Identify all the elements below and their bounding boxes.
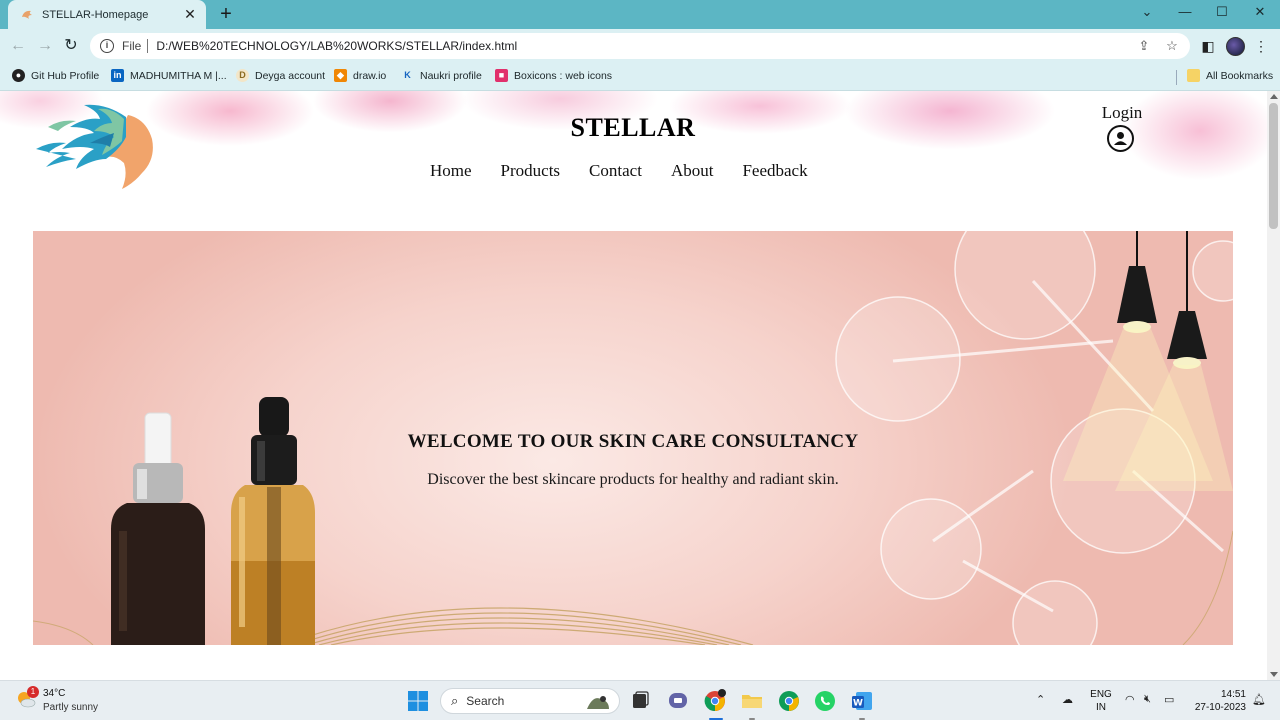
address-bar[interactable]: i File D:/WEB%20TECHNOLOGY/LAB%20WORKS/S… xyxy=(90,33,1190,59)
nav-link-contact[interactable]: Contact xyxy=(589,161,642,181)
file-explorer-icon[interactable] xyxy=(740,689,764,713)
share-icon[interactable]: ⇪ xyxy=(1136,38,1152,54)
search-placeholder: Search xyxy=(466,694,505,708)
page-favicon-icon xyxy=(22,10,32,19)
clock-date: 27-10-2023 xyxy=(1194,702,1246,713)
site-info-icon[interactable]: i xyxy=(100,39,114,53)
weather-temperature: 34°C xyxy=(43,688,66,699)
bookmark-naukri[interactable]: K Naukri profile xyxy=(401,69,482,82)
deyga-icon: D xyxy=(236,69,249,82)
bookmark-linkedin[interactable]: in MADHUMITHA M |... xyxy=(111,69,227,82)
omnibox-divider xyxy=(147,39,149,53)
folder-icon xyxy=(1187,69,1200,82)
naukri-icon: K xyxy=(404,70,411,80)
site-brand-title: STELLAR xyxy=(570,113,696,142)
notification-bell-icon[interactable]: 🔔︎ xyxy=(1252,693,1266,706)
browser-tabstrip: STELLAR-Homepage ✕ + ⌄ — ☐ ✕ xyxy=(0,0,1280,29)
all-bookmarks-button[interactable]: All Bookmarks xyxy=(1187,69,1273,82)
bookmark-boxicons[interactable]: ■ Boxicons : web icons xyxy=(495,69,612,82)
bookmarks-bar: ● Git Hub Profile in MADHUMITHA M |... D… xyxy=(0,63,1280,91)
menu-kebab-icon[interactable]: ⋮ xyxy=(1251,36,1271,56)
onedrive-cloud-icon[interactable]: ☁ xyxy=(1062,693,1073,706)
battery-icon[interactable]: ▭ xyxy=(1164,693,1174,706)
login-link[interactable]: Login xyxy=(1094,103,1150,123)
nav-link-feedback[interactable]: Feedback xyxy=(742,161,807,181)
minimize-icon[interactable]: — xyxy=(1175,4,1195,19)
hero-subtitle: Discover the best skincare products for … xyxy=(427,471,839,488)
tab-close-icon[interactable]: ✕ xyxy=(182,6,198,23)
bookmark-label: MADHUMITHA M |... xyxy=(130,69,227,82)
clock-time: 14:51 xyxy=(1220,689,1246,700)
file-scheme-label: File xyxy=(122,39,142,53)
bookmark-label: draw.io xyxy=(353,69,387,82)
stellar-logo-icon[interactable] xyxy=(36,97,158,193)
windows-start-icon[interactable] xyxy=(406,689,430,713)
site-nav: Home Products Contact About Feedback xyxy=(430,161,837,181)
tab-title: STELLAR-Homepage xyxy=(42,8,149,21)
scroll-up-arrow-icon[interactable] xyxy=(1270,94,1278,99)
bookmark-label: Deyga account xyxy=(255,69,326,82)
linkedin-icon: in xyxy=(111,69,124,82)
teams-chat-icon[interactable] xyxy=(666,689,690,713)
bookmark-deyga[interactable]: D Deyga account xyxy=(236,69,325,82)
bookmark-label: Boxicons : web icons xyxy=(514,69,613,82)
volume-muted-icon[interactable]: 🔇︎ xyxy=(1144,693,1151,706)
tab-search-chevron-icon[interactable]: ⌄ xyxy=(1137,4,1157,20)
whatsapp-icon[interactable] xyxy=(813,689,837,713)
search-icon: ⌕ xyxy=(451,693,459,708)
bookmark-label: Git Hub Profile xyxy=(31,69,100,82)
boxicons-icon: ■ xyxy=(495,69,508,82)
all-bookmarks-label: All Bookmarks xyxy=(1206,69,1274,82)
nav-link-about[interactable]: About xyxy=(671,161,714,181)
drawio-icon: ◆ xyxy=(334,69,347,82)
browser-tab-active[interactable]: STELLAR-Homepage ✕ xyxy=(8,0,206,29)
bookmark-drawio[interactable]: ◆ draw.io xyxy=(334,69,386,82)
new-tab-button[interactable]: + xyxy=(216,4,236,24)
bookmarks-divider xyxy=(1176,70,1177,85)
side-panel-icon[interactable]: ◧ xyxy=(1198,36,1218,56)
scroll-down-arrow-icon[interactable] xyxy=(1270,672,1278,677)
taskbar-search[interactable]: ⌕ Search xyxy=(440,688,620,714)
bookmark-label: Naukri profile xyxy=(420,69,482,82)
reload-icon[interactable]: ↻ xyxy=(62,37,80,55)
system-clock[interactable]: 14:51 27-10-2023 xyxy=(1190,688,1246,714)
svg-text:W: W xyxy=(853,699,863,709)
maximize-icon[interactable]: ☐ xyxy=(1212,4,1232,20)
forward-arrow-icon[interactable]: → xyxy=(36,37,54,55)
tray-overflow-chevron-icon[interactable]: ⌃ xyxy=(1036,693,1045,706)
weather-notification-badge: 1 xyxy=(27,686,39,698)
user-circle-icon[interactable] xyxy=(1107,125,1134,152)
scroll-thumb[interactable] xyxy=(1269,103,1278,229)
nav-link-products[interactable]: Products xyxy=(501,161,561,181)
language-indicator[interactable]: ENG IN xyxy=(1090,688,1112,714)
browser-toolbar: ← → ↻ i File D:/WEB%20TECHNOLOGY/LAB%20W… xyxy=(0,29,1280,63)
region-code: IN xyxy=(1096,702,1106,713)
chrome-icon[interactable] xyxy=(703,689,727,713)
windows-taskbar: 1 34°C Partly sunny ⌕ Search W ⌃ ☁ ENG I… xyxy=(0,680,1280,720)
hero-banner: WELCOME TO OUR SKIN CARE CONSULTANCY Dis… xyxy=(33,231,1233,645)
nav-link-home[interactable]: Home xyxy=(430,161,472,181)
weather-condition: Partly sunny xyxy=(43,702,99,713)
github-icon: ● xyxy=(12,69,25,82)
page-scrollbar[interactable] xyxy=(1267,91,1280,680)
page-viewport: STELLAR Home Products Contact About Feed… xyxy=(0,91,1267,680)
language-code: ENG xyxy=(1090,689,1112,700)
bookmark-github[interactable]: ● Git Hub Profile xyxy=(12,69,99,82)
site-header: STELLAR Home Products Contact About Feed… xyxy=(0,91,1267,199)
search-highlight-icon xyxy=(587,696,609,709)
close-window-icon[interactable]: ✕ xyxy=(1250,4,1270,20)
chrome-profile-icon[interactable] xyxy=(777,689,801,713)
bookmark-star-icon[interactable]: ☆ xyxy=(1164,38,1180,54)
hero-title: WELCOME TO OUR SKIN CARE CONSULTANCY xyxy=(407,431,859,452)
wifi-icon[interactable]: ◠ xyxy=(1125,693,1135,706)
word-icon[interactable]: W xyxy=(850,689,874,713)
task-view-icon[interactable] xyxy=(628,689,652,713)
url-text[interactable]: D:/WEB%20TECHNOLOGY/LAB%20WORKS/STELLAR/… xyxy=(156,39,1124,53)
back-arrow-icon[interactable]: ← xyxy=(9,37,27,55)
profile-avatar[interactable] xyxy=(1226,37,1245,56)
